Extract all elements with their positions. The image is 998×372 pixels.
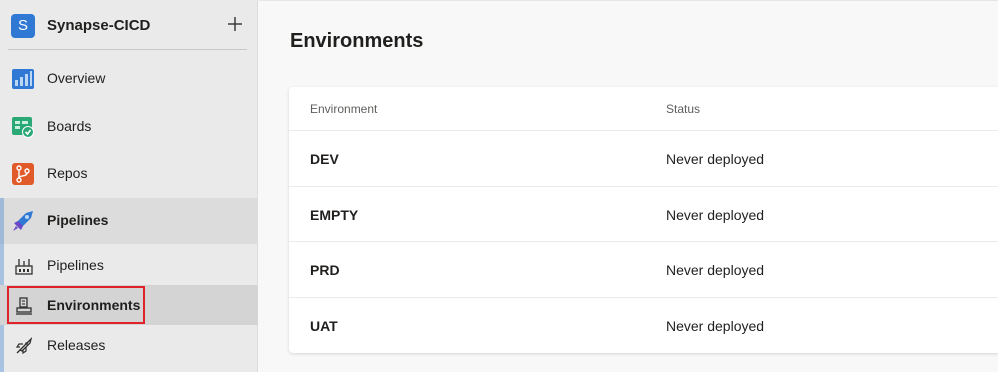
sidebar: S Synapse-CICD Overview Boards Repos Pip… — [0, 0, 258, 372]
nav-label-overview: Overview — [47, 70, 106, 86]
sub-nav-label-releases: Releases — [47, 337, 106, 353]
environment-name[interactable]: EMPTY — [310, 207, 358, 223]
boards-icon — [12, 117, 34, 138]
environment-status: Never deployed — [666, 262, 765, 278]
nav-label-repos: Repos — [47, 165, 88, 181]
main-content: Environments Environment Status DEV Neve… — [259, 0, 998, 372]
environment-name[interactable]: DEV — [310, 151, 339, 167]
sub-nav-label-pipelines: Pipelines — [47, 257, 104, 273]
overview-icon — [12, 69, 34, 89]
project-name[interactable]: Synapse-CICD — [47, 17, 150, 34]
project-avatar[interactable]: S — [11, 14, 35, 38]
divider — [8, 49, 247, 50]
column-header-status[interactable]: Status — [666, 102, 700, 116]
table-row[interactable]: EMPTY Never deployed — [289, 186, 998, 242]
environment-status: Never deployed — [666, 151, 765, 167]
repos-icon — [12, 163, 34, 185]
table-row[interactable]: PRD Never deployed — [289, 241, 998, 297]
nav-label-pipelines: Pipelines — [47, 212, 109, 228]
plus-icon — [228, 17, 242, 31]
environment-name[interactable]: UAT — [310, 318, 338, 334]
nav-item-overview[interactable]: Overview — [0, 56, 258, 102]
environment-status: Never deployed — [666, 318, 765, 334]
nav-item-repos[interactable]: Repos — [0, 151, 258, 197]
pipelines-icon — [13, 211, 33, 231]
table-row[interactable]: UAT Never deployed — [289, 297, 998, 353]
page-title: Environments — [290, 30, 424, 52]
add-button[interactable] — [223, 12, 247, 36]
pipelines-sub-icon — [15, 259, 33, 275]
nav-item-pipelines[interactable]: Pipelines — [0, 198, 258, 244]
highlight-box — [7, 286, 145, 324]
environment-name[interactable]: PRD — [310, 262, 340, 278]
sub-nav-pipelines[interactable]: Pipelines — [0, 245, 258, 285]
nav-item-boards[interactable]: Boards — [0, 104, 258, 150]
sub-nav-releases[interactable]: Releases — [0, 325, 258, 365]
column-header-environment[interactable]: Environment — [310, 102, 377, 116]
releases-icon — [15, 337, 33, 355]
table-row[interactable]: DEV Never deployed — [289, 130, 998, 186]
environment-status: Never deployed — [666, 207, 765, 223]
environments-table: Environment Status DEV Never deployed EM… — [289, 87, 998, 353]
nav-label-boards: Boards — [47, 118, 92, 134]
project-header: S Synapse-CICD — [0, 0, 258, 50]
